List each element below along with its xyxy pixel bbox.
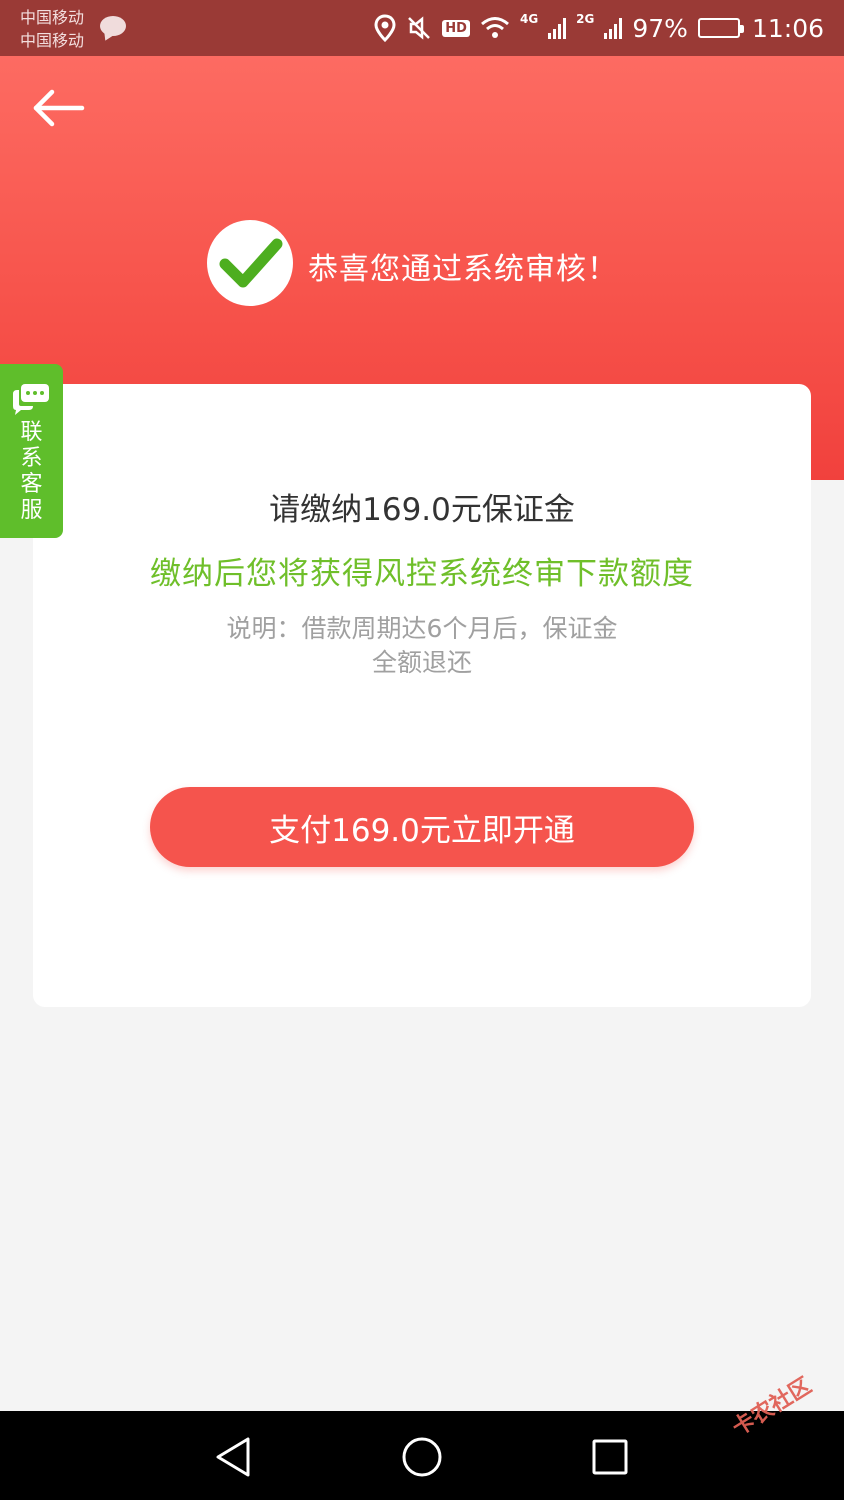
- wifi-icon: [481, 17, 509, 38]
- battery-icon: [697, 18, 744, 38]
- hd-icon: HD: [442, 19, 470, 37]
- customer-service-label: 联 系 客 服: [0, 420, 63, 524]
- carrier-info: 中国移动 中国移动: [20, 6, 84, 52]
- pay-button[interactable]: 支付169.0元立即开通: [150, 787, 694, 867]
- note-line-2: 全额退还: [371, 648, 472, 677]
- signal-icon: [548, 17, 567, 39]
- signal-icon-2: [604, 17, 623, 39]
- location-icon: [374, 14, 396, 42]
- status-bar: 中国移动 中国移动 HD 4G 2G 97% 11:06: [0, 0, 844, 56]
- deposit-card: 请缴纳169.0元保证金 缴纳后您将获得风控系统终审下款额度 说明：借款周期达6…: [33, 384, 811, 1007]
- success-message: 恭喜您通过系统审核！: [308, 252, 618, 287]
- note-text: 说明：借款周期达6个月后，保证金 全额退还: [193, 612, 651, 680]
- carrier-1: 中国移动: [20, 8, 85, 27]
- service-char: 联: [20, 420, 43, 445]
- arrow-left-icon: [33, 89, 85, 127]
- service-char: 服: [20, 498, 43, 523]
- service-char: 客: [20, 472, 43, 497]
- battery-percent: 97%: [632, 13, 688, 43]
- check-circle-icon: [207, 220, 293, 306]
- nav-home-icon: [402, 1437, 442, 1477]
- highlight-text: 缴纳后您将获得风控系统终审下款额度: [150, 556, 694, 592]
- nav-recent-icon: [592, 1439, 628, 1475]
- mute-icon: [408, 16, 431, 40]
- amount-title: 请缴纳169.0元保证金: [269, 492, 575, 528]
- nav-back-button[interactable]: [210, 1433, 258, 1481]
- service-char: 系: [20, 446, 43, 471]
- message-icon: [100, 16, 126, 36]
- nav-home-button[interactable]: [398, 1433, 446, 1481]
- success-banner: 恭喜您通过系统审核！: [0, 220, 844, 306]
- system-nav-bar: [0, 1411, 844, 1500]
- status-icons: HD 4G 2G 97% 11:06: [374, 12, 824, 44]
- nav-recent-button[interactable]: [586, 1433, 634, 1481]
- network-type-1: 4G: [519, 12, 539, 26]
- carrier-2: 中国移动: [20, 31, 85, 50]
- chat-icon: [13, 384, 49, 415]
- clock: 11:06: [751, 13, 824, 43]
- customer-service-tab[interactable]: 联 系 客 服: [0, 364, 63, 538]
- nav-back-icon: [216, 1437, 250, 1477]
- network-type-2: 2G: [576, 12, 595, 26]
- back-button[interactable]: [30, 86, 86, 130]
- note-line-1: 说明：借款周期达6个月后，保证金: [226, 614, 618, 643]
